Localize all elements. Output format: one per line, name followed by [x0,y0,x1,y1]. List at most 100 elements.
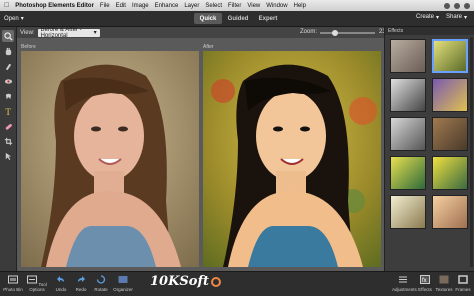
photo-bin-label: Photo Bin [3,287,23,292]
chevron-down-icon: ▾ [464,15,468,21]
rotate-icon [96,275,106,284]
spot-healing-tool-icon[interactable] [2,120,14,132]
photo-bin-button[interactable]: Photo Bin [2,275,24,292]
view-bar: View: Before & After - Horizontal ▾ Zoom… [17,26,391,39]
view-select-value: Before & After - Horizontal [40,26,82,39]
after-label: After [203,44,214,50]
battery-icon[interactable] [454,2,460,9]
frames-button[interactable]: Frames [452,275,474,292]
chevron-down-icon: ▾ [93,30,97,36]
app-menu[interactable]: Photoshop Elements Editor [15,3,94,9]
effect-thumb[interactable] [432,156,468,190]
menu-image[interactable]: Image [132,3,149,9]
wifi-icon[interactable] [444,2,450,9]
open-label: Open [4,15,19,22]
rotate-button[interactable]: Rotate [90,275,112,292]
search-icon[interactable] [464,2,470,9]
canvas-area: Before After [17,38,384,271]
view-label: View: [20,29,35,36]
tab-expert[interactable]: Expert [254,13,282,24]
red-eye-tool-icon[interactable] [2,75,14,87]
type-tool-icon[interactable]: T [2,105,14,117]
organizer-icon [118,276,128,283]
chevron-down-icon: ▾ [20,16,24,22]
crop-tool-icon[interactable] [2,135,14,147]
undo-button[interactable]: Undo [50,275,72,292]
effect-thumb[interactable] [390,117,426,151]
zoom-slider[interactable] [320,30,375,36]
apple-icon[interactable]:  [4,2,9,9]
status-tray [444,2,474,9]
panel-scrollbar[interactable] [470,37,473,267]
organizer-button[interactable]: Organizer [112,275,134,292]
watermark-text: 10KSoft [150,274,210,289]
tab-quick[interactable]: Quick [194,13,222,24]
effect-thumb[interactable] [390,195,426,229]
move-tool-icon[interactable] [2,150,14,162]
bottom-bar: Photo Bin Tool Options Undo Redo Rotate … [0,271,474,296]
svg-text:fx: fx [422,278,427,284]
menu-edit[interactable]: Edit [116,3,126,9]
menu-select[interactable]: Select [205,3,222,9]
share-button[interactable]: Share ▾ [446,14,467,21]
effect-thumb[interactable] [432,39,468,73]
redo-button[interactable]: Redo [70,275,92,292]
menu-view[interactable]: View [247,3,260,9]
watermark-ring-icon [211,276,222,287]
before-label: Before [21,44,36,50]
redo-label: Redo [75,287,87,292]
quick-selection-tool-icon[interactable] [2,60,14,72]
mac-menu-bar:  Photoshop Elements Editor File Edit Im… [0,0,474,11]
redo-icon [78,276,85,282]
svg-text:T: T [5,107,11,116]
tool-options-button[interactable]: Tool Options [26,275,48,292]
effects-panel: Effects [384,27,474,271]
after-photo[interactable] [203,51,381,267]
organizer-label: Organizer [113,287,133,292]
frames-label: Frames [455,287,471,292]
effects-icon: fx [420,275,430,284]
effect-thumb[interactable] [390,78,426,112]
effects-label: Effects [418,287,432,292]
hand-tool-icon[interactable] [2,45,14,57]
photo-bin-icon [8,275,18,284]
create-button[interactable]: Create ▾ [416,14,439,21]
undo-label: Undo [55,287,67,292]
before-photo[interactable] [21,51,199,267]
panel-title: Effects [385,27,474,35]
menu-enhance[interactable]: Enhance [155,3,179,9]
open-button[interactable]: Open ▾ [4,15,24,23]
effect-thumb[interactable] [432,78,468,112]
menu-layer[interactable]: Layer [184,3,199,9]
whiten-teeth-tool-icon[interactable] [2,90,14,102]
toolbox: T [0,27,17,271]
adjustments-button[interactable]: Adjustments [392,275,417,292]
create-label: Create [416,14,435,20]
menu-help[interactable]: Help [294,3,306,9]
tool-options-icon [27,275,38,284]
effect-thumb[interactable] [432,117,468,151]
zoom-label: Zoom: [300,29,318,35]
zoom-tool-icon[interactable] [2,30,14,42]
tab-guided[interactable]: Guided [224,13,252,24]
adjustments-icon [399,276,407,283]
effect-thumb[interactable] [390,39,426,73]
textures-icon [439,275,449,284]
undo-icon [57,276,64,282]
effect-thumb[interactable] [390,156,426,190]
effect-thumb[interactable] [432,195,468,229]
chevron-down-icon: ▾ [436,15,440,21]
menu-filter[interactable]: Filter [228,3,241,9]
menu-window[interactable]: Window [266,3,287,9]
textures-label: Textures [435,287,453,292]
view-select[interactable]: Before & After - Horizontal ▾ [37,26,100,39]
rotate-label: Rotate [94,287,108,292]
effects-grid [385,35,474,233]
zoom-slider-handle[interactable] [332,30,338,36]
share-label: Share [446,14,463,20]
menu-file[interactable]: File [100,3,110,9]
app-top-bar: Open ▾ Quick Guided Expert Create ▾ Shar… [0,11,474,27]
frames-icon [458,275,468,284]
mode-tabs: Quick Guided Expert [194,13,282,24]
watermark: 10KSoft [150,274,222,289]
